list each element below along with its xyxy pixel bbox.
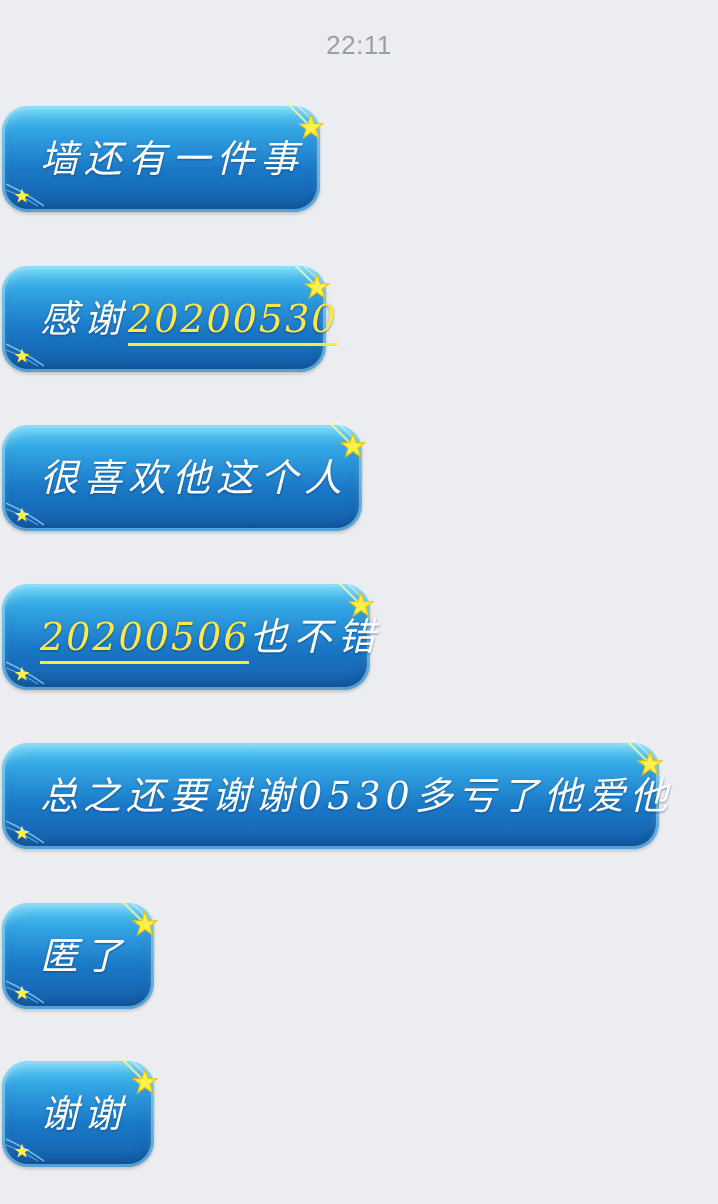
timestamp: 22:11	[326, 30, 392, 60]
star-icon	[340, 433, 366, 459]
message-text-part: 也不错	[249, 615, 382, 659]
star-icon	[637, 751, 663, 777]
star-small-icon	[14, 825, 30, 840]
message-text-part: 匿了	[40, 934, 129, 978]
star-small-icon	[14, 985, 30, 1000]
message-bubble[interactable]: 感谢20200530	[2, 262, 338, 372]
message-text: 墙还有一件事	[40, 106, 304, 212]
star-small-icon	[14, 188, 30, 203]
message-text: 谢谢	[40, 1061, 128, 1167]
message-bubble[interactable]: 谢谢	[2, 1057, 158, 1167]
message-text-part: 墙还有一件事	[40, 137, 305, 181]
message-text-part: 总之还要谢谢0530多亏了他爱他	[40, 774, 673, 818]
message-text: 很喜欢他这个人	[40, 425, 348, 531]
star-icon	[132, 1069, 158, 1095]
star-icon	[132, 911, 158, 937]
message-bubble[interactable]: 墙还有一件事	[2, 102, 324, 212]
message-bubble[interactable]: 很喜欢他这个人	[2, 421, 366, 531]
message-text: 总之还要谢谢0530多亏了他爱他	[40, 743, 673, 849]
star-icon	[348, 592, 374, 618]
message-text-part: 谢谢	[40, 1092, 129, 1136]
star-small-icon	[14, 666, 30, 681]
message-bubble[interactable]: 20200506也不错	[2, 580, 375, 690]
star-small-icon	[14, 348, 30, 363]
message-text: 20200506也不错	[40, 584, 381, 690]
highlighted-date: 20200530	[128, 297, 338, 346]
message-text-part: 很喜欢他这个人	[40, 456, 349, 500]
highlighted-date: 20200506	[40, 615, 250, 664]
star-icon	[298, 114, 324, 140]
star-small-icon	[14, 507, 30, 522]
star-icon	[304, 274, 330, 300]
message-bubble[interactable]: 总之还要谢谢0530多亏了他爱他	[2, 739, 668, 849]
message-text-part: 感谢	[40, 297, 129, 341]
message-bubble[interactable]: 匿了	[2, 899, 158, 1009]
message-text: 匿了	[40, 903, 128, 1009]
star-small-icon	[14, 1143, 30, 1158]
